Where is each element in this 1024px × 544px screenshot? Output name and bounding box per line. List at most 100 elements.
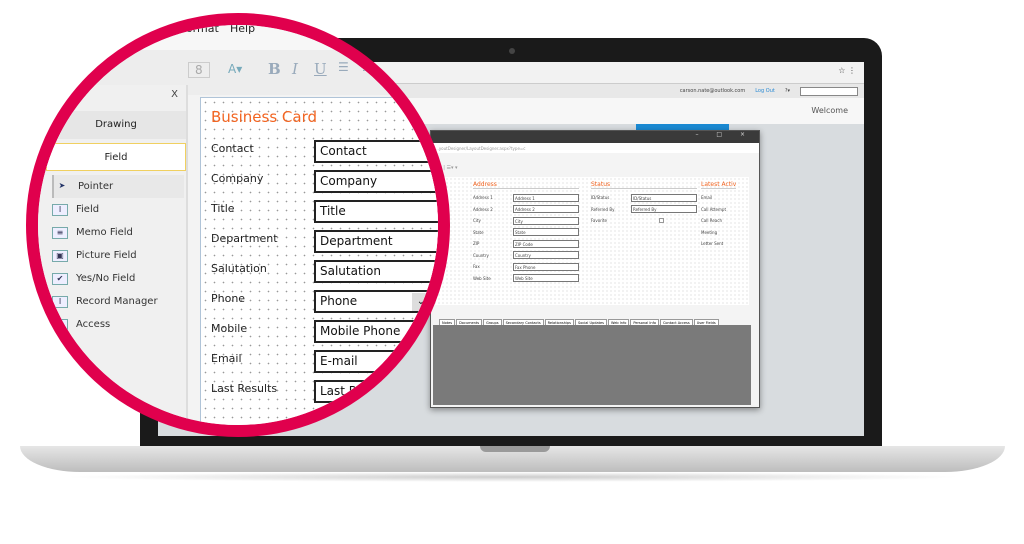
tool-field[interactable]: I Field xyxy=(52,198,186,221)
field-value: Mobile Phone xyxy=(320,324,401,338)
tool-pointer[interactable]: ➤ Pointer xyxy=(52,175,184,198)
close-icon[interactable]: X xyxy=(171,89,178,100)
dropdown-value: Web Site xyxy=(515,276,533,282)
url-bar: ...youtDesigner/LayoutDesigner.aspx?type… xyxy=(431,143,759,153)
menu-help[interactable]: Help xyxy=(230,25,255,35)
dropdown-value: State xyxy=(515,230,526,236)
layout-designer-window: – □ × ...youtDesigner/LayoutDesigner.asp… xyxy=(430,130,760,408)
dropdown-value: Fax Phone xyxy=(515,264,536,270)
logout-link[interactable]: Log Out xyxy=(755,88,775,94)
tool-picture-field[interactable]: ▣ Picture Field xyxy=(52,244,186,267)
form-row: ZIP ZIP Code xyxy=(473,238,579,250)
form-row: Fax Fax Phone xyxy=(473,261,579,273)
menu-format[interactable]: Format xyxy=(180,25,219,35)
tool-label: Picture Field xyxy=(76,250,137,261)
form-row: Address 2 Address 2 xyxy=(473,204,579,216)
star-icon[interactable]: ☆ ⋮ xyxy=(838,66,856,75)
checkbox-icon: ✔ xyxy=(52,272,68,285)
form-row: Company Company xyxy=(211,170,438,196)
tab-field[interactable]: Field xyxy=(46,143,186,171)
dropdown[interactable]: Address 2 xyxy=(513,205,579,214)
section-title: Latest Activ xyxy=(701,181,737,189)
tool-memo-field[interactable]: ≡ Memo Field xyxy=(52,221,186,244)
field-input-email[interactable]: E-mail xyxy=(314,350,438,373)
align-left-icon[interactable]: ☰ xyxy=(338,60,349,74)
dropdown[interactable]: Address 1 xyxy=(513,193,579,202)
laptop-base xyxy=(20,446,1005,472)
dropdown-value: Address 1 xyxy=(515,195,535,201)
record-manager-icon: I xyxy=(52,295,68,308)
field-label: Last Results xyxy=(211,382,278,395)
dropdown[interactable]: Web Site xyxy=(513,274,579,283)
tool-record-manager[interactable]: I Record Manager xyxy=(52,290,186,313)
activity-section: Latest Activ Email Call Attempt Call Reach M… xyxy=(701,181,737,250)
chevron-down-icon[interactable]: ⌄ xyxy=(412,293,430,311)
form-row: City City xyxy=(473,215,579,227)
underline-button[interactable]: U xyxy=(314,60,327,78)
tool-yes-no-field[interactable]: ✔ Yes/No Field xyxy=(52,267,186,290)
field-label: Mobile xyxy=(211,322,248,335)
row-label: Address 2 xyxy=(473,206,493,212)
row-label: Fax xyxy=(473,264,480,270)
activity-row: Letter Sent xyxy=(701,238,736,250)
form-row: Contact Contact xyxy=(211,140,438,166)
tab-drawing[interactable]: Drawing xyxy=(46,111,186,139)
form-row: State State xyxy=(473,227,579,239)
row-label: Email xyxy=(701,195,713,201)
field-value: Salutation xyxy=(320,264,381,278)
field-icon: I xyxy=(52,203,68,216)
laptop-shadow xyxy=(60,472,965,482)
row-label: Address 1 xyxy=(473,195,493,201)
section-title: Status xyxy=(591,181,697,189)
laptop-notch xyxy=(480,446,550,452)
field-input-company[interactable]: Company xyxy=(314,170,438,193)
window-controls[interactable]: – □ × xyxy=(431,131,759,143)
tool-label: Yes/No Field xyxy=(76,273,136,284)
search-input[interactable] xyxy=(800,86,858,96)
dropdown[interactable]: Referred By xyxy=(631,205,697,214)
activity-row: Meeting xyxy=(701,227,736,239)
menu-bar: Format Help xyxy=(38,25,438,50)
dropdown-value: City xyxy=(515,218,523,224)
field-input-contact[interactable]: Contact xyxy=(314,140,438,163)
font-color-icon[interactable]: A▾ xyxy=(228,62,242,76)
font-size-select[interactable]: 8 xyxy=(188,62,210,78)
form-row: Department Department xyxy=(211,230,438,256)
favorite-checkbox[interactable] xyxy=(659,218,664,224)
status-section: Status ID/Status ID/Status Referred By Refer… xyxy=(591,181,697,227)
dropdown[interactable]: Fax Phone xyxy=(513,262,579,271)
field-input-department[interactable]: Department xyxy=(314,230,438,253)
toolbox-header: ox X xyxy=(38,85,186,107)
dropdown-value: ZIP Code xyxy=(515,241,533,247)
form-row: Web Site Web Site xyxy=(473,273,579,285)
row-label: Call Attempt xyxy=(701,206,727,212)
row-label: ZIP xyxy=(473,241,480,247)
field-input-phone[interactable]: Phone ⌄ xyxy=(314,290,432,313)
bold-button[interactable]: B xyxy=(268,60,281,78)
align-center-icon[interactable]: ☰ xyxy=(362,60,373,74)
field-input-salutation[interactable]: Salutation xyxy=(314,260,438,283)
form-row: Salutation Salutation xyxy=(211,260,438,286)
form-row: Country Country xyxy=(473,250,579,262)
dropdown[interactable]: ID/Status xyxy=(631,193,697,202)
activity-row: Call Attempt xyxy=(701,204,736,216)
field-input-last-results[interactable]: Last Results xyxy=(314,380,438,403)
dropdown[interactable]: State xyxy=(513,228,579,237)
pointer-icon: ➤ xyxy=(58,180,66,190)
row-label: Call Reach xyxy=(701,218,722,224)
tool-access[interactable]: ⊕ Access xyxy=(52,313,186,336)
camera xyxy=(509,48,515,54)
form-row: Favorite xyxy=(591,215,697,227)
tool-list: ➤ Pointer I Field ≡ Memo Field ▣ Picture Field ✔… xyxy=(38,175,186,336)
field-input-title[interactable]: Title xyxy=(314,200,438,223)
italic-button[interactable]: I xyxy=(292,60,298,78)
help-circle-icon[interactable]: ?▾ xyxy=(785,88,790,94)
toolbox-title: ox xyxy=(68,89,80,100)
dropdown[interactable]: City xyxy=(513,216,579,225)
dropdown[interactable]: ZIP Code xyxy=(513,239,579,248)
dropdown[interactable]: Country xyxy=(513,251,579,260)
tool-label: Memo Field xyxy=(76,227,133,238)
field-value: Company xyxy=(320,174,378,188)
field-input-mobile[interactable]: Mobile Phone xyxy=(314,320,438,343)
dropdown-value: Referred By xyxy=(633,207,657,213)
